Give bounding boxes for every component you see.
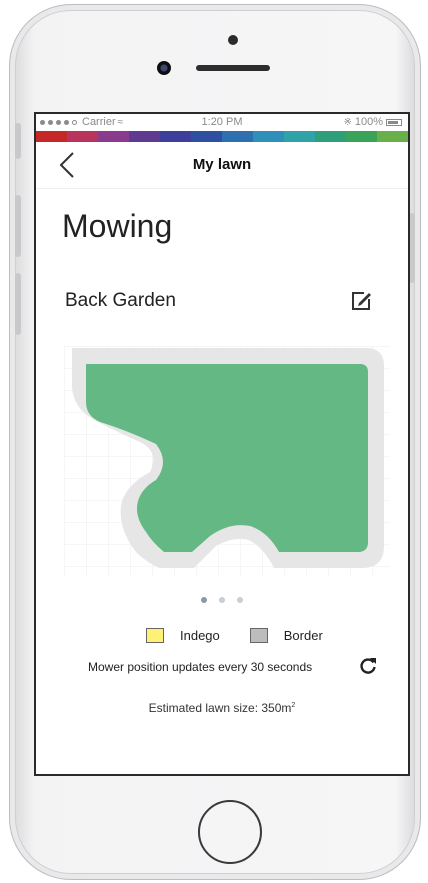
- color-strip-segment: [98, 131, 129, 142]
- legend-border-label: Border: [283, 628, 323, 643]
- nav-title: My lawn: [192, 156, 252, 173]
- status-right: ※ 100%: [343, 116, 402, 128]
- home-button[interactable]: [198, 800, 262, 864]
- color-strip-segment: [284, 131, 315, 142]
- carousel-dot[interactable]: [219, 597, 225, 603]
- page-title: Mowing: [62, 208, 173, 244]
- lawn-size-unit-sup: 2: [291, 702, 296, 709]
- lawn-map[interactable]: [64, 346, 390, 576]
- border-swatch: [249, 628, 268, 643]
- color-strip-segment: [346, 131, 377, 142]
- carousel-dot[interactable]: [237, 597, 244, 603]
- lawn-size: Estimated lawn size: 350m2: [36, 701, 408, 715]
- map-carousel-dots: [36, 590, 408, 608]
- earpiece-speaker: [196, 65, 270, 71]
- color-strip-segment: [36, 131, 67, 142]
- lawn-name: Back Garden: [65, 290, 176, 311]
- app-screen: Carrier ≈ 1:20 PM ※ 100% My lawn Mowing …: [34, 112, 410, 776]
- color-strip-segment: [129, 131, 160, 142]
- volume-up-button: [15, 195, 21, 257]
- mute-switch: [15, 123, 21, 159]
- nav-bar: My lawn: [36, 142, 408, 189]
- color-strip-segment: [222, 131, 253, 142]
- color-strip-segment: [67, 131, 98, 142]
- update-info: Mower position updates every 30 seconds: [88, 660, 313, 674]
- proximity-sensor: [228, 35, 238, 45]
- map-legend: Indego Border: [146, 628, 323, 643]
- bluetooth-icon: ※: [343, 116, 352, 128]
- brand-color-strip: [36, 131, 408, 142]
- edit-icon[interactable]: [350, 290, 372, 312]
- status-bar: Carrier ≈ 1:20 PM ※ 100%: [36, 114, 408, 131]
- color-strip-segment: [253, 131, 284, 142]
- battery-icon: [386, 118, 402, 126]
- front-camera: [157, 61, 171, 75]
- color-strip-segment: [315, 131, 346, 142]
- indego-swatch: [146, 628, 164, 643]
- color-strip-segment: [191, 131, 222, 142]
- battery-percent: 100%: [354, 116, 383, 128]
- color-strip-segment: [377, 131, 408, 142]
- carousel-dot[interactable]: [200, 597, 207, 603]
- color-strip-segment: [160, 131, 191, 142]
- legend-indego-label: Indego: [180, 628, 220, 643]
- volume-down-button: [15, 273, 21, 335]
- lawn-size-value: Estimated lawn size: 350m: [148, 701, 292, 715]
- refresh-icon[interactable]: [358, 656, 378, 676]
